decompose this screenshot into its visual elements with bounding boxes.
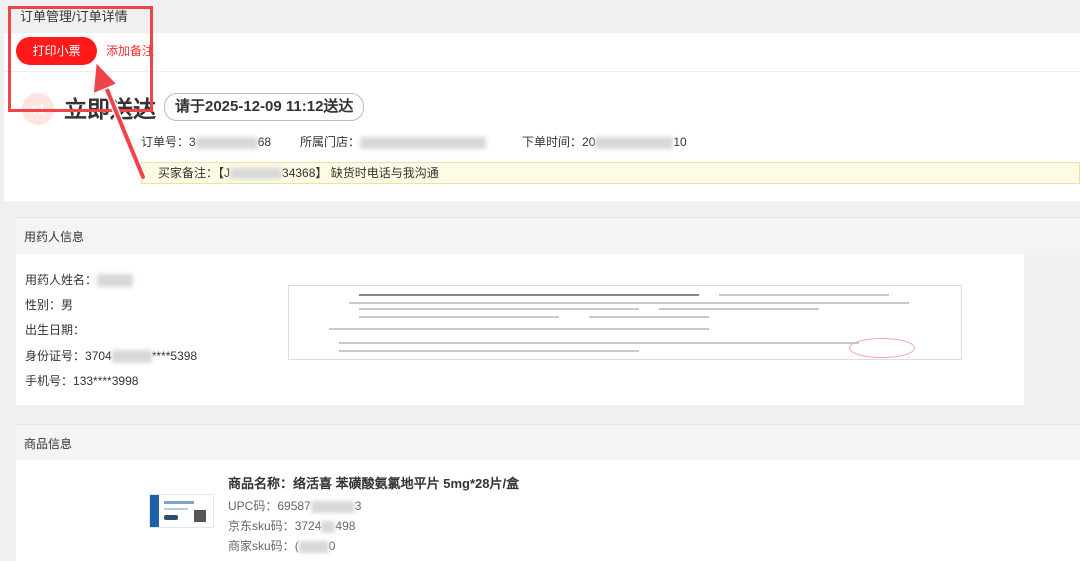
- redacted-remark-id: [230, 168, 283, 180]
- rx-line: [359, 308, 639, 310]
- patient-gender: 性别：男: [25, 296, 73, 313]
- patient-birth: 出生日期：: [25, 321, 85, 338]
- remark-text: 缺货时电话与我沟通: [330, 166, 439, 180]
- rx-line: [589, 316, 709, 318]
- upc-start: 69587: [277, 499, 311, 513]
- eye-logo-icon: [164, 515, 178, 520]
- product-image[interactable]: [149, 494, 214, 528]
- store-info: 所属门店：: [300, 133, 487, 150]
- rx-line: [349, 302, 909, 304]
- rx-line: [359, 294, 699, 296]
- upc-label: UPC码：: [228, 499, 278, 513]
- merchant-sku-label: 商家sku码：: [228, 539, 295, 553]
- order-time-end: 10: [673, 135, 687, 149]
- jd-sku-label: 京东sku码：: [228, 519, 295, 533]
- qr-code-icon: [194, 510, 206, 522]
- buyer-remark-bar: 买家备注：【J 34368】 缺货时电话与我沟通: [141, 162, 1080, 184]
- delivery-time-badge: 请于2025-12-09 11:12送达: [164, 93, 365, 121]
- order-number-start: 3: [189, 135, 196, 149]
- redacted-id: [111, 350, 152, 364]
- order-time-start: 20: [582, 135, 596, 149]
- phone-value: 133****3998: [73, 374, 139, 388]
- merchant-sku-end: 0: [328, 539, 336, 553]
- goods-section-header: 商品信息: [16, 424, 1080, 462]
- birth-label: 出生日期：: [25, 323, 86, 337]
- gender-label: 性别：: [25, 298, 62, 312]
- gender-value: 男: [61, 298, 74, 312]
- prescription-image[interactable]: [288, 285, 962, 360]
- order-time: 下单时间：20 10: [522, 133, 687, 150]
- order-number-end: 68: [257, 135, 272, 149]
- order-time-label: 下单时间：: [522, 135, 583, 149]
- rx-line: [339, 342, 859, 344]
- patient-name: 用药人姓名：: [25, 271, 134, 288]
- phone-label: 手机号：: [25, 374, 74, 388]
- product-box-text: [164, 508, 188, 510]
- redacted-merchant-sku: [298, 540, 329, 553]
- rx-line: [659, 308, 819, 310]
- jd-sku-start: 3724: [294, 519, 322, 533]
- product-jd-sku: 京东sku码：3724 498: [228, 517, 355, 534]
- rx-line: [719, 294, 889, 296]
- id-start: 3704: [85, 349, 112, 363]
- redacted-patient-name: [97, 274, 134, 288]
- redacted-jd-sku: [321, 520, 336, 533]
- rx-line: [339, 350, 639, 352]
- redacted-upc: [310, 500, 355, 513]
- remark-id-end: 34368】: [282, 166, 328, 180]
- product-merchant-sku: 商家sku码：(0: [228, 537, 335, 554]
- product-box-text: [164, 501, 194, 504]
- jd-sku-end: 498: [335, 519, 356, 533]
- patient-id: 身份证号：3704 ****5398: [25, 347, 197, 364]
- redacted-store-name: [360, 136, 487, 149]
- redacted-order-time: [595, 136, 674, 149]
- store-label: 所属门店：: [300, 135, 361, 149]
- product-name: 商品名称：络活喜 苯磺酸氨氯地平片 5mg*28片/盒: [228, 476, 520, 491]
- patient-name-label: 用药人姓名：: [25, 273, 98, 287]
- redacted-order-number: [195, 136, 258, 149]
- product-upc: UPC码：69587 3: [228, 497, 361, 514]
- rx-line: [359, 316, 559, 318]
- product-box-stripe: [150, 495, 159, 527]
- upc-end: 3: [354, 499, 362, 513]
- patient-phone: 手机号：133****3998: [25, 372, 138, 389]
- rx-line: [329, 328, 709, 330]
- annotation-arrow-icon: [92, 60, 147, 181]
- id-end: ****5398: [151, 349, 198, 363]
- patient-section-header: 用药人信息: [16, 217, 1080, 255]
- id-label: 身份证号：: [25, 349, 86, 363]
- rx-stamp: [849, 338, 915, 358]
